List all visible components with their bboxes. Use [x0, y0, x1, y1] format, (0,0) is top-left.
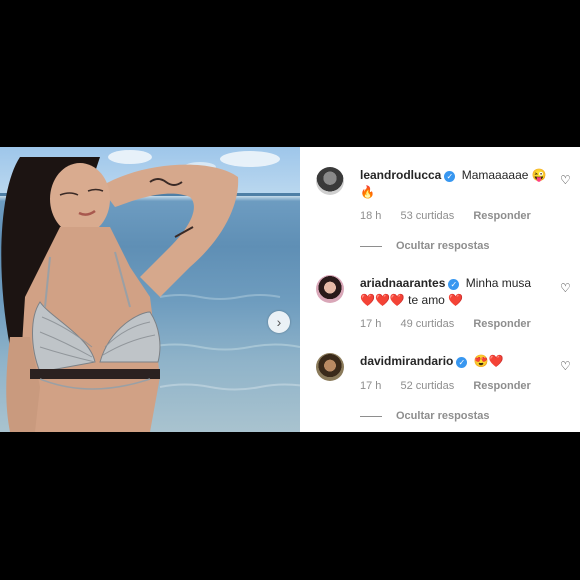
divider-line: [360, 415, 382, 417]
comment-likes[interactable]: 49 curtidas: [400, 318, 454, 330]
hide-replies-button[interactable]: Ocultar respostas: [360, 410, 490, 422]
comment-text: ariadnaarantes ✓ Minha musa ❤️❤️❤️ te amo…: [360, 275, 550, 309]
comment-body-2: te amo: [408, 293, 445, 307]
verified-badge-icon: ✓: [448, 279, 460, 290]
hide-replies-label: Ocultar respostas: [396, 240, 490, 252]
hide-replies-label: Ocultar respostas: [396, 410, 490, 422]
comment-text: leandrodlucca ✓ Mamaaaaae 😜 🔥: [360, 167, 550, 201]
like-heart-icon[interactable]: ♡: [560, 173, 571, 187]
like-heart-icon[interactable]: ♡: [560, 359, 571, 373]
divider-line: [360, 245, 382, 247]
avatar-icon[interactable]: [316, 353, 344, 381]
reply-button[interactable]: Responder: [473, 380, 530, 392]
avatar-icon[interactable]: [316, 167, 344, 195]
comment-heart: ❤️: [448, 293, 464, 307]
photo-illustration: [0, 150, 300, 432]
comment-time[interactable]: 18 h: [360, 210, 381, 222]
hide-replies-button[interactable]: Ocultar respostas: [360, 240, 490, 252]
comment-body: Minha musa: [465, 276, 532, 290]
comment-username[interactable]: leandrodlucca: [360, 168, 441, 182]
comment-time[interactable]: 17 h: [360, 380, 381, 392]
verified-badge-icon: ✓: [444, 171, 456, 182]
like-heart-icon[interactable]: ♡: [560, 281, 571, 295]
comment-meta: 17 h 49 curtidas Responder: [360, 318, 547, 330]
comment-emojis: 😍❤️: [473, 354, 504, 368]
avatar-icon[interactable]: [316, 275, 344, 303]
comment-body: Mamaaaaae: [461, 168, 529, 182]
next-image-button[interactable]: ›: [268, 311, 290, 333]
comment-text: davidmirandario ✓ 😍❤️: [360, 353, 550, 370]
comment-meta: 17 h 52 curtidas Responder: [360, 380, 547, 392]
reply-button[interactable]: Responder: [473, 210, 530, 222]
comment-username[interactable]: ariadnaarantes: [360, 276, 445, 290]
comment-likes[interactable]: 53 curtidas: [400, 210, 454, 222]
verified-badge-icon: ✓: [456, 357, 468, 368]
comment-likes[interactable]: 52 curtidas: [400, 380, 454, 392]
comment-hearts: ❤️❤️❤️: [360, 293, 405, 307]
comment-meta: 18 h 53 curtidas Responder: [360, 210, 547, 222]
comment-username[interactable]: davidmirandario: [360, 354, 453, 368]
comments-panel: leandrodlucca ✓ Mamaaaaae 😜 🔥 ♡ 18 h 53 c…: [300, 147, 580, 432]
reply-button[interactable]: Responder: [473, 318, 530, 330]
comment-time[interactable]: 17 h: [360, 318, 381, 330]
post-photo[interactable]: ›: [0, 147, 300, 432]
instagram-post: › leandrodlucca ✓ Mamaaaaae 😜 🔥 ♡ 18 h 53…: [0, 147, 580, 432]
